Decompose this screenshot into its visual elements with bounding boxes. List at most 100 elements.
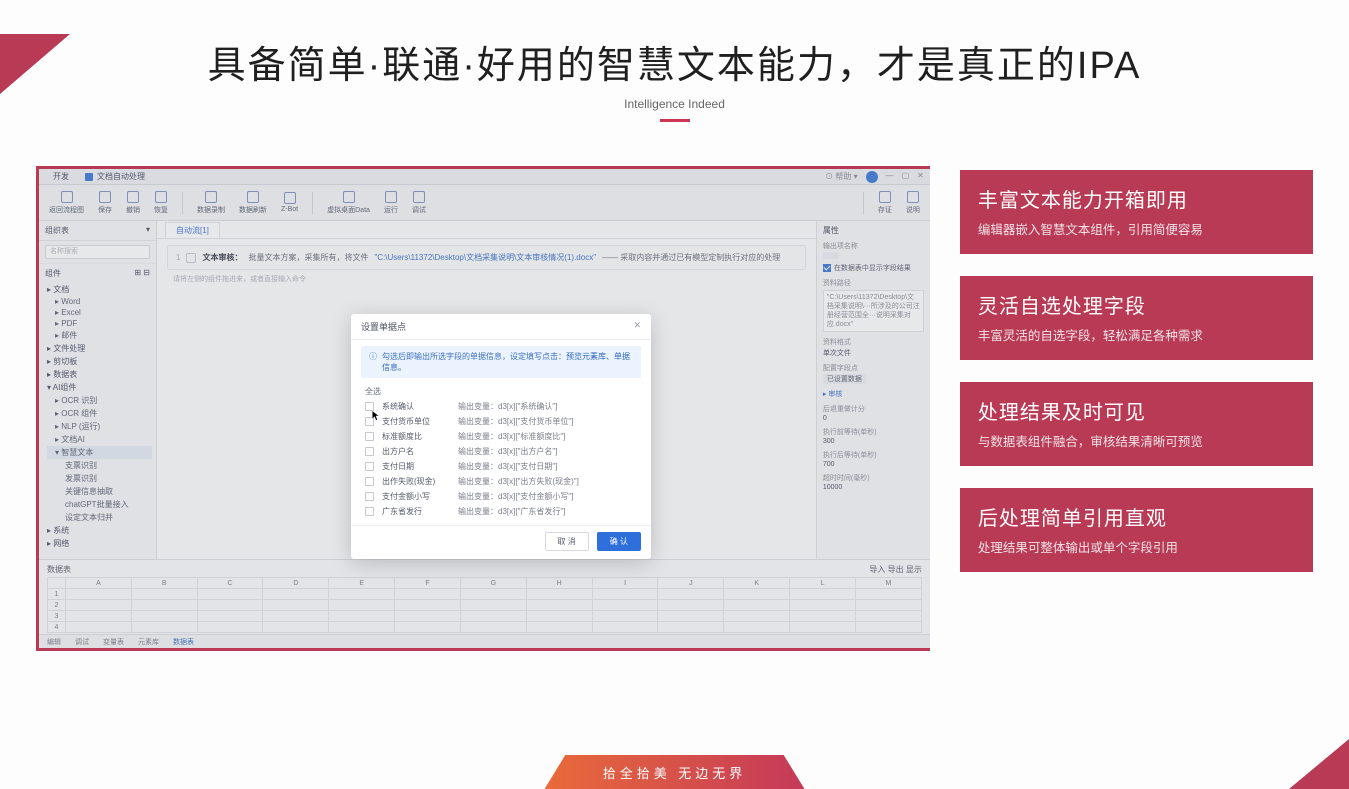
- tree-item[interactable]: 发票识别: [47, 472, 152, 485]
- modal-field-row[interactable]: 系统确认输出变量：d3[x]["系统确认"]: [365, 399, 637, 414]
- flow-step-path: "C:\Users\11372\Desktop\文档采集说明\文本审核情况(1)…: [374, 252, 596, 263]
- modal-field-row[interactable]: 出方户名输出变量：d3[x]["出方户名"]: [365, 444, 637, 459]
- flow-placeholder: 请将左侧的组件拖进来，或者直接输入命令: [173, 274, 800, 284]
- cursor-icon: [371, 410, 381, 422]
- status-tab[interactable]: 数据表: [173, 637, 194, 647]
- data-table[interactable]: ABCDEFGHIJKLM1234: [47, 577, 922, 633]
- toolbar-恢复[interactable]: 恢复: [152, 191, 170, 215]
- status-tab[interactable]: 调试: [75, 637, 89, 647]
- toolbar-保存[interactable]: 保存: [96, 191, 114, 215]
- checkbox-icon: [365, 462, 374, 471]
- data-title: 数据表: [47, 564, 71, 575]
- status-tab[interactable]: 元素库: [138, 637, 159, 647]
- tree-item[interactable]: ▾ AI组件: [47, 381, 152, 394]
- feature-card: 后处理简单引用直观处理结果可整体输出或单个字段引用: [960, 488, 1313, 572]
- collapse-icon[interactable]: ▾: [146, 225, 150, 236]
- help-label[interactable]: ⊙ 帮助 ▾: [825, 171, 857, 183]
- data-table-panel: 数据表 导入 导出 显示 ABCDEFGHIJKLM1234: [39, 559, 930, 634]
- tree-item[interactable]: ▸ 数据表: [47, 368, 152, 381]
- prop-value[interactable]: 700: [823, 461, 924, 468]
- tree-item[interactable]: ▸ 邮件: [47, 329, 152, 342]
- toolbar-说明[interactable]: 说明: [904, 191, 922, 215]
- toolbar-存证[interactable]: 存证: [876, 191, 894, 215]
- toolbar-运行[interactable]: 运行: [382, 191, 400, 215]
- avatar-icon[interactable]: [866, 171, 878, 183]
- prop-path[interactable]: "C:\Users\11372\Desktop\文档采集说明\···所涉及的公司…: [823, 290, 924, 332]
- prop-label: 输出项名称: [823, 241, 924, 251]
- decor-corner-tl: [0, 34, 70, 94]
- minimize-icon[interactable]: —: [886, 171, 894, 183]
- tree-item[interactable]: ▸ 系统: [47, 524, 152, 537]
- prop-value[interactable]: 10000: [823, 484, 924, 491]
- status-tabs: 编辑 调试 变量表 元素库 数据表: [39, 634, 930, 648]
- section-components: 组件: [45, 268, 61, 279]
- status-tab[interactable]: 变量表: [103, 637, 124, 647]
- confirm-button[interactable]: 确 认: [597, 532, 641, 551]
- toolbar-Z-Bot[interactable]: Z-Bot: [279, 192, 300, 213]
- search-input[interactable]: 名称搜索: [45, 245, 150, 259]
- info-icon: ⓘ: [369, 351, 377, 362]
- win-tab-home[interactable]: 开发: [45, 169, 77, 184]
- modal-close-icon[interactable]: ✕: [633, 320, 641, 333]
- card-desc: 处理结果可整体输出或单个字段引用: [978, 537, 1295, 556]
- tree-item[interactable]: 设定文本归并: [47, 511, 152, 524]
- tree-item[interactable]: 支票识别: [47, 459, 152, 472]
- modal-field-row[interactable]: 标准额度比输出变量：d3[x]["标准额度比"]: [365, 429, 637, 444]
- tree-item[interactable]: ▸ Word: [47, 296, 152, 307]
- tree-item[interactable]: ▸ 网络: [47, 537, 152, 550]
- tree-item[interactable]: chatGPT批量接入: [47, 498, 152, 511]
- prop-checkbox-row[interactable]: 在数据表中显示字段结果: [823, 263, 924, 273]
- select-all[interactable]: 全选: [365, 386, 637, 397]
- card-title: 处理结果及时可见: [978, 396, 1295, 425]
- tree-item[interactable]: ▸ Excel: [47, 307, 152, 318]
- toolbar-数据刷新[interactable]: 数据刷新: [237, 191, 269, 215]
- modal-field-row[interactable]: 出作失败(现金)输出变量：d3[x]["出方失败(现金)"]: [365, 474, 637, 489]
- card-title: 丰富文本能力开箱即用: [978, 184, 1295, 213]
- checkbox-icon: [365, 507, 374, 516]
- flow-step[interactable]: 1 文本审核： 批量文本方案，采集所有，将文件 "C:\Users\11372\…: [167, 245, 806, 270]
- card-title: 灵活自选处理字段: [978, 290, 1295, 319]
- close-icon[interactable]: ✕: [917, 171, 924, 183]
- cancel-button[interactable]: 取 消: [545, 532, 589, 551]
- left-panel: 组织表▾ 名称搜索 组件⊞ ⊟ ▸ 文档▸ Word▸ Excel▸ PDF▸ …: [39, 221, 157, 559]
- tree-item[interactable]: 关键信息抽取: [47, 485, 152, 498]
- prop-value[interactable]: 单次文件: [823, 348, 924, 358]
- status-tab[interactable]: 编辑: [47, 637, 61, 647]
- feature-card: 丰富文本能力开箱即用编辑器嵌入智慧文本组件，引用简便容易: [960, 170, 1313, 254]
- modal-field-row[interactable]: 支付货币单位输出变量：d3[x]["支付货币单位"]: [365, 414, 637, 429]
- tree-item[interactable]: ▸ OCR 组件: [47, 407, 152, 420]
- tree-item[interactable]: ▸ OCR 识别: [47, 394, 152, 407]
- modal-field-row[interactable]: 支付日期输出变量：d3[x]["支付日期"]: [365, 459, 637, 474]
- field-config-modal: 设置单据点 ✕ ⓘ 勾选后即输出所选字段的单据信息，设定填写点击：预览元素库、单…: [351, 314, 651, 559]
- data-actions[interactable]: 导入 导出 显示: [869, 564, 921, 575]
- feature-card: 灵活自选处理字段丰富灵活的自选字段，轻松满足各种需求: [960, 276, 1313, 360]
- tree-item[interactable]: ▸ NLP (运行): [47, 420, 152, 433]
- section-toggle-icon[interactable]: ⊞ ⊟: [134, 268, 150, 279]
- modal-field-row[interactable]: 广东省发行输出变量：d3[x]["广东省发行"]: [365, 504, 637, 519]
- modal-field-row[interactable]: 支付金额小写输出变量：d3[x]["支付金额小写"]: [365, 489, 637, 504]
- prop-value[interactable]: 已设置数据: [823, 374, 866, 384]
- window-titlebar: 开发 文档自动处理 ⊙ 帮助 ▾ — ▢ ✕: [39, 169, 930, 185]
- flow-tab[interactable]: 自动流[1]: [165, 222, 220, 238]
- prop-value[interactable]: [823, 252, 839, 259]
- toolbar-虚拟桌面Data[interactable]: 虚拟桌面Data: [325, 191, 372, 215]
- toolbar-调试[interactable]: 调试: [410, 191, 428, 215]
- maximize-icon[interactable]: ▢: [902, 171, 910, 183]
- toolbar-返回流程图[interactable]: 返回流程图: [47, 191, 86, 215]
- tree-item[interactable]: ▸ 文件处理: [47, 342, 152, 355]
- tree-item[interactable]: ▾ 智慧文本: [47, 446, 152, 459]
- card-desc: 丰富灵活的自选字段，轻松满足各种需求: [978, 325, 1295, 344]
- prop-value[interactable]: 300: [823, 438, 924, 445]
- tree-item[interactable]: ▸ 文档: [47, 283, 152, 296]
- flow-step-text1: 批量文本方案，采集所有，将文件: [248, 252, 368, 263]
- win-tab-doc[interactable]: 文档自动处理: [77, 169, 153, 184]
- feature-cards: 丰富文本能力开箱即用编辑器嵌入智慧文本组件，引用简便容易灵活自选处理字段丰富灵活…: [960, 170, 1313, 651]
- toolbar-撤销[interactable]: 撤销: [124, 191, 142, 215]
- toolbar-数据录制[interactable]: 数据录制: [195, 191, 227, 215]
- tree-item[interactable]: ▸ 文档AI: [47, 433, 152, 446]
- prop-value[interactable]: 0: [823, 415, 924, 422]
- prop-section[interactable]: 审核: [828, 391, 842, 398]
- footer-ribbon: 拾全拾美 无边无界: [545, 755, 805, 789]
- tree-item[interactable]: ▸ 剪切板: [47, 355, 152, 368]
- tree-item[interactable]: ▸ PDF: [47, 318, 152, 329]
